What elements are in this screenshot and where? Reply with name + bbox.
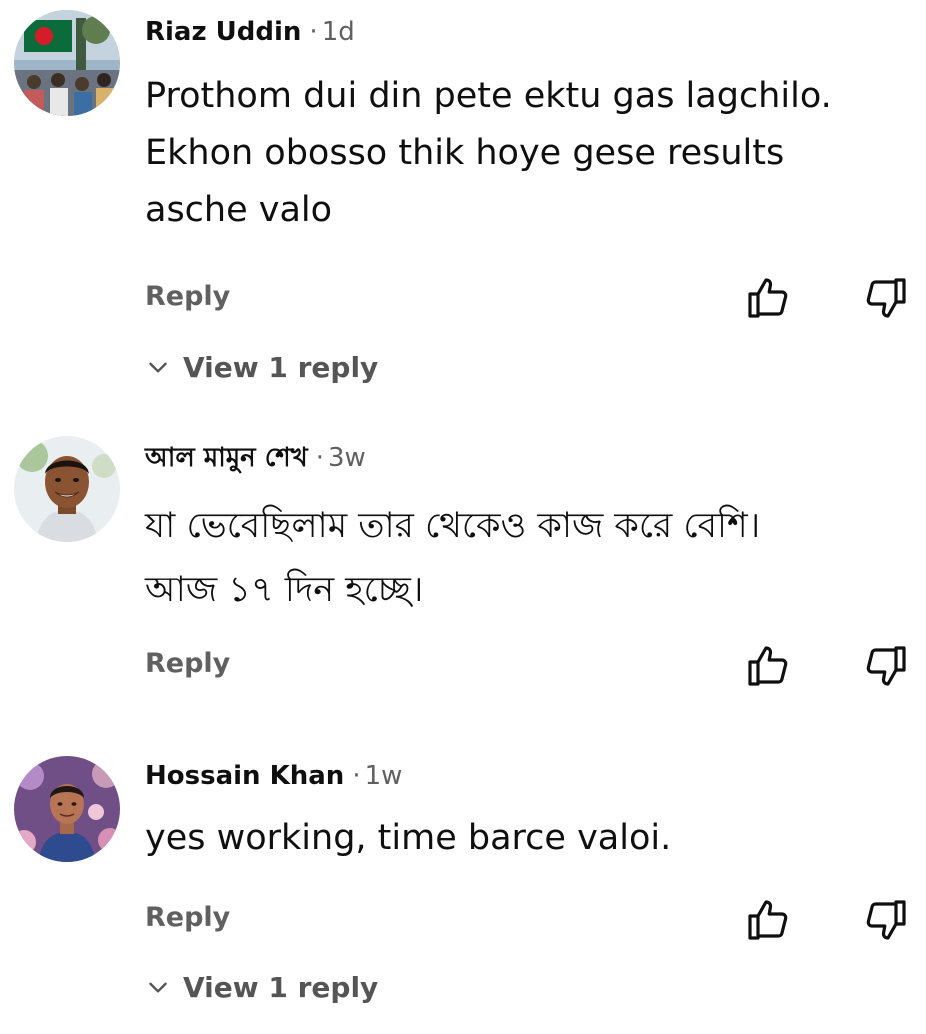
dislike-button[interactable] [862, 274, 910, 322]
view-replies-button[interactable]: View 1 reply [145, 970, 378, 1006]
thumbs-up-icon [748, 900, 788, 940]
dislike-button[interactable] [862, 642, 910, 690]
comment-text: যা ভেবেছিলাম তার থেকেও কাজ করে বেশি। আজ … [145, 494, 915, 622]
reply-button[interactable]: Reply [145, 646, 230, 682]
comment-header: Riaz Uddin · 1d [145, 14, 355, 50]
comment-text-line: Ekhon obosso thik hoye gese results [145, 133, 785, 173]
avatar-image [14, 756, 120, 862]
like-button[interactable] [744, 896, 792, 944]
avatar[interactable] [14, 756, 120, 862]
avatar-image [14, 436, 120, 542]
comment-text: yes working, time barce valoi. [145, 810, 915, 867]
view-replies-label: View 1 reply [183, 971, 379, 1004]
comment-age[interactable]: 1d [322, 17, 355, 47]
author-name[interactable]: Hossain Khan [145, 761, 344, 791]
like-button[interactable] [744, 642, 792, 690]
thumbs-down-icon [866, 900, 906, 940]
avatar[interactable] [14, 10, 120, 116]
reply-button[interactable]: Reply [145, 900, 230, 936]
author-name[interactable]: Riaz Uddin [145, 17, 301, 47]
thumbs-down-icon [866, 278, 906, 318]
avatar-image [14, 10, 120, 116]
thumbs-down-icon [866, 646, 906, 686]
avatar[interactable] [14, 436, 120, 542]
chevron-down-icon [149, 982, 167, 993]
separator-dot: · [309, 17, 318, 47]
comment-text-line: Prothom dui din pete ektu gas lagchilo. [145, 76, 832, 116]
dislike-button[interactable] [862, 896, 910, 944]
comment-text-line: yes working, time barce valoi. [145, 818, 672, 858]
chevron-down-icon [149, 362, 167, 373]
author-name[interactable]: আল মামুন শেখ [145, 443, 308, 473]
thumbs-up-icon [748, 278, 788, 318]
separator-dot: · [352, 761, 361, 791]
separator-dot: · [315, 443, 325, 473]
view-replies-label: View 1 reply [183, 351, 379, 384]
comment-text-line: যা ভেবেছিলাম তার থেকেও কাজ করে বেশি। [145, 506, 761, 546]
like-button[interactable] [744, 274, 792, 322]
comment-header: Hossain Khan · 1w [145, 758, 402, 794]
comment-text-line: asche valo [145, 190, 333, 230]
comment-age[interactable]: 3w [328, 443, 366, 473]
comment-age[interactable]: 1w [365, 761, 403, 791]
reply-button[interactable]: Reply [145, 279, 230, 315]
thumbs-up-icon [748, 646, 788, 686]
comment-text-line: আজ ১৭ দিন হচ্ছে। [145, 570, 424, 610]
comment-header: আল মামুন শেখ · 3w [145, 440, 366, 476]
view-replies-button[interactable]: View 1 reply [145, 350, 378, 386]
comment-text: Prothom dui din pete ektu gas lagchilo. … [145, 68, 915, 239]
